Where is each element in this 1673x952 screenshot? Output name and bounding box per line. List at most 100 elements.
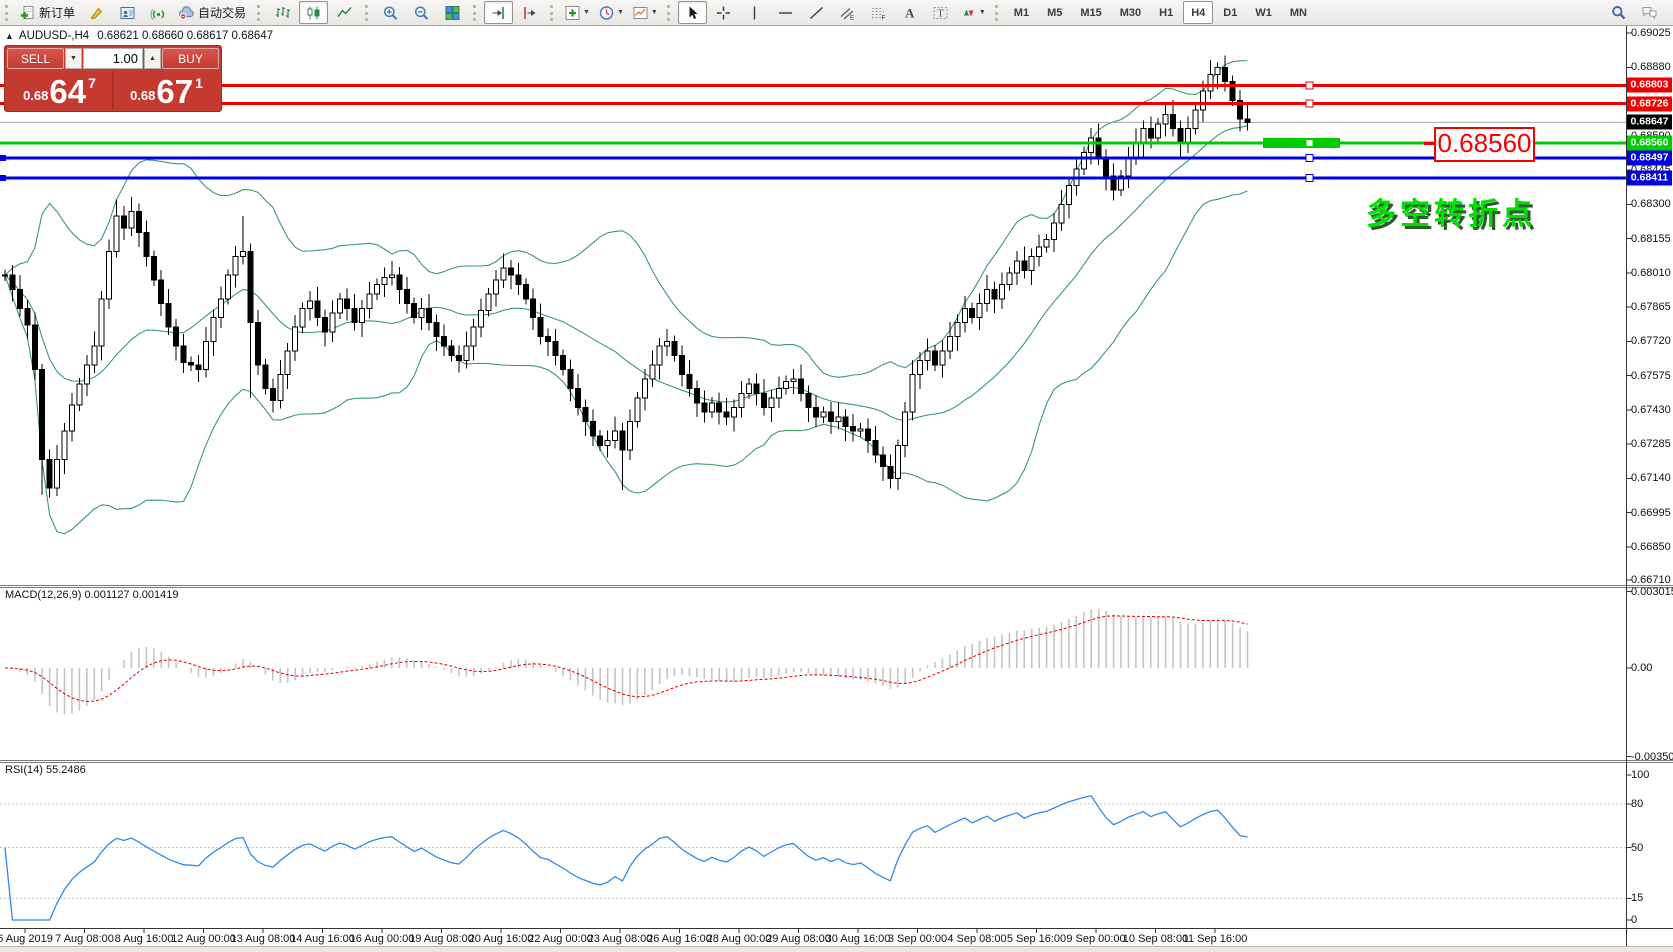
crosshair-button[interactable] xyxy=(709,1,738,24)
auto-scroll-button[interactable] xyxy=(484,1,513,24)
zoom-in-button[interactable] xyxy=(376,1,405,24)
market-button[interactable] xyxy=(113,1,142,24)
candle-body xyxy=(992,289,997,298)
timeframe-m1-button[interactable]: M1 xyxy=(1006,1,1037,24)
line-handle[interactable] xyxy=(1306,154,1313,161)
trendline-button[interactable] xyxy=(802,1,831,24)
chart-canvas[interactable] xyxy=(0,0,1673,952)
sell-price-display[interactable]: 0.68 64 7 xyxy=(7,71,112,109)
candle-body xyxy=(479,311,484,328)
candle-body xyxy=(471,327,476,346)
panel-collapse-toggle[interactable]: ▲ xyxy=(5,31,14,41)
candle-body xyxy=(1156,124,1161,138)
candle-body xyxy=(345,299,350,308)
equidistant-channel-button[interactable]: E xyxy=(833,1,862,24)
candlestick-chart-button[interactable] xyxy=(299,1,328,24)
date-label: 20 Aug 16:00 xyxy=(469,933,534,945)
autoscroll-icon xyxy=(490,5,507,21)
candle-body xyxy=(873,441,878,455)
bull-bear-turning-point-note[interactable]: 多空转折点 xyxy=(1366,189,1536,233)
volume-input[interactable] xyxy=(83,48,143,69)
line-handle[interactable] xyxy=(1306,175,1313,182)
buy-price-pipette: 1 xyxy=(195,75,203,91)
price-badge-0.68560: 0.68560 xyxy=(1627,135,1672,150)
line-chart-button[interactable] xyxy=(330,1,359,24)
cursor-button[interactable] xyxy=(678,1,707,24)
candle-body xyxy=(159,280,164,304)
candle-body xyxy=(47,459,52,487)
timeframe-w1-button[interactable]: W1 xyxy=(1247,1,1280,24)
candle-body xyxy=(1223,67,1228,81)
signals-button[interactable] xyxy=(144,1,173,24)
search-button[interactable] xyxy=(1604,1,1633,24)
community-chat-button[interactable] xyxy=(1635,1,1664,24)
autotrading-icon xyxy=(178,5,195,21)
candle-body xyxy=(1022,261,1027,270)
timeframe-mn-button[interactable]: MN xyxy=(1282,1,1315,24)
timeframe-h1-button[interactable]: H1 xyxy=(1151,1,1181,24)
new-order-button[interactable]: 新订单 xyxy=(16,1,80,24)
candle-body xyxy=(970,308,975,317)
line-handle[interactable] xyxy=(1306,100,1313,107)
horizontal-line-button[interactable] xyxy=(771,1,800,24)
line-handle[interactable] xyxy=(0,155,6,161)
price-callout-box[interactable]: 0.68560 xyxy=(1434,127,1535,162)
rsi-label: RSI(14) 55.2486 xyxy=(5,764,86,776)
candle-body xyxy=(441,337,446,346)
line-handle[interactable] xyxy=(0,175,6,181)
line-handle[interactable] xyxy=(1306,139,1313,146)
bollinger-bands xyxy=(5,61,1247,534)
vertical-line-button[interactable] xyxy=(740,1,769,24)
tile-windows-button[interactable] xyxy=(438,1,467,24)
price-tick-label: 0.66995 xyxy=(1631,507,1671,519)
templates-button[interactable]: ▼ xyxy=(629,1,661,24)
candle-body xyxy=(784,382,789,389)
timeframe-m30-button[interactable]: M30 xyxy=(1112,1,1149,24)
bar-chart-button[interactable] xyxy=(268,1,297,24)
candle-body xyxy=(561,356,566,370)
metaeditor-button[interactable] xyxy=(82,1,111,24)
support-zone-rect[interactable] xyxy=(1263,138,1340,148)
text-button[interactable]: A xyxy=(895,1,924,24)
arrows-button[interactable]: ▼ xyxy=(957,1,989,24)
toolbar-separator xyxy=(550,5,556,21)
candle-body xyxy=(367,294,372,308)
buy-button[interactable]: BUY xyxy=(162,48,219,69)
candle-body xyxy=(918,360,923,374)
candle-body xyxy=(858,429,863,431)
toolbar-grip xyxy=(995,5,1001,21)
timeframe-m5-button[interactable]: M5 xyxy=(1039,1,1070,24)
autotrading-button[interactable]: 自动交易 xyxy=(175,1,251,24)
candle-body xyxy=(263,365,268,389)
timeframe-m15-button[interactable]: M15 xyxy=(1072,1,1109,24)
periods-button[interactable]: ▼ xyxy=(595,1,627,24)
zoom-in-icon xyxy=(382,5,399,21)
candle-body xyxy=(322,318,327,332)
line-handle[interactable] xyxy=(1306,82,1313,89)
candle-body xyxy=(189,363,194,365)
candle-body xyxy=(84,365,89,384)
timeframe-d1-button[interactable]: D1 xyxy=(1215,1,1245,24)
timeframe-h4-button[interactable]: H4 xyxy=(1183,1,1213,24)
text-label-button[interactable]: T xyxy=(926,1,955,24)
candle-body xyxy=(211,318,216,342)
volume-decrease-button[interactable]: ▼ xyxy=(65,48,82,69)
macd-tick-label: 0.003015 xyxy=(1631,586,1673,598)
zoom-out-button[interactable] xyxy=(407,1,436,24)
price-tick-label: 0.66850 xyxy=(1631,541,1671,553)
candle-body xyxy=(166,304,171,328)
indicators-button[interactable]: ▼ xyxy=(561,1,593,24)
candle-body xyxy=(702,403,707,412)
buy-price-display[interactable]: 0.68 67 1 xyxy=(112,71,219,109)
price-tick-label: 0.67285 xyxy=(1631,438,1671,450)
price-tick-label: 0.66710 xyxy=(1631,574,1671,586)
candle-body xyxy=(486,294,491,311)
candle-body xyxy=(687,374,692,388)
rsi-tick-label: 15 xyxy=(1631,892,1643,904)
volume-increase-button[interactable]: ▲ xyxy=(144,48,161,69)
price-tick-label: 0.68300 xyxy=(1631,198,1671,210)
fibonacci-button[interactable]: F xyxy=(864,1,893,24)
sell-button[interactable]: SELL xyxy=(7,48,64,69)
chart-shift-button[interactable] xyxy=(515,1,544,24)
price-tick-label: 0.67865 xyxy=(1631,301,1671,313)
